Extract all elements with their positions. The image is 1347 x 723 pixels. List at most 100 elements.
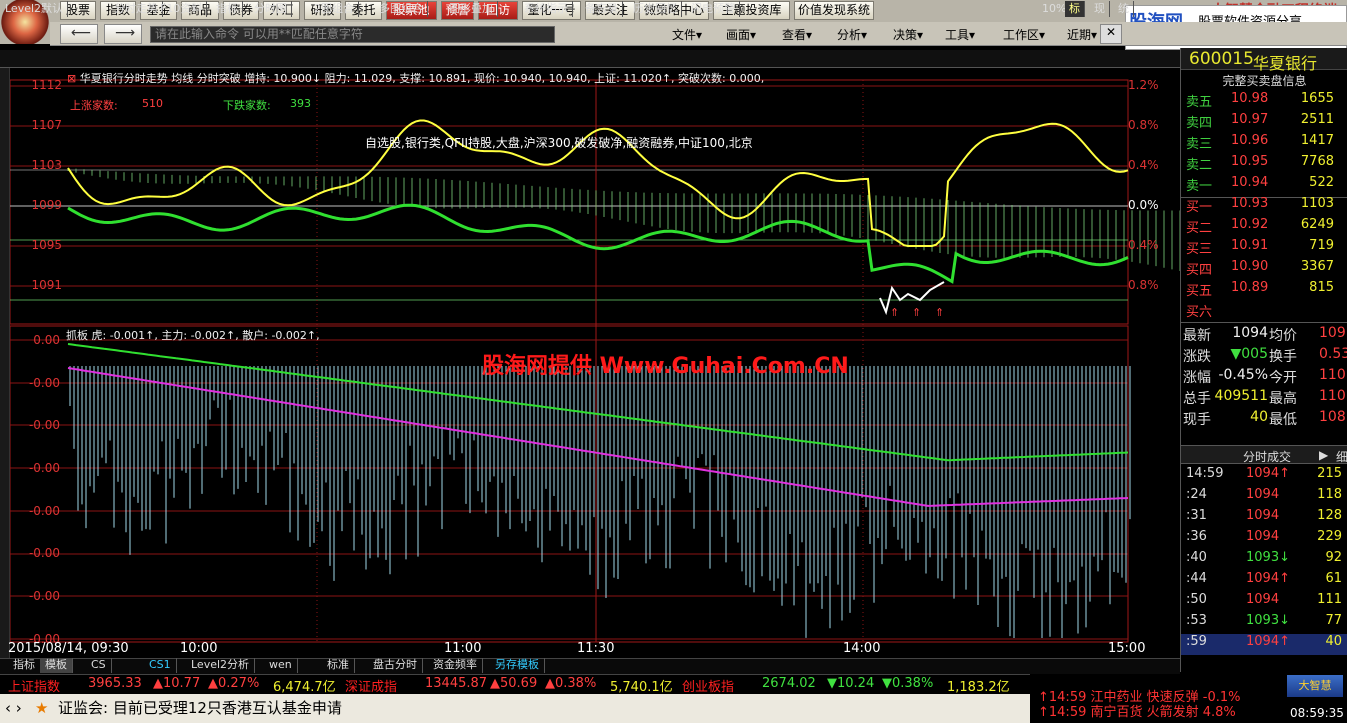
chart-tool-button[interactable]: 2图组合 bbox=[310, 1, 359, 17]
bottom-tab[interactable]: 资金频率 bbox=[428, 658, 483, 673]
buy-signal-arrow: ⇑ bbox=[890, 306, 899, 319]
index-bar: 上证指数 3965.33 ▲10.77 ▲0.27% 6,474.7亿 深证成指 13445… bbox=[0, 674, 1030, 695]
menu-item[interactable]: 分析▾ bbox=[837, 26, 867, 43]
bid-volume: 719 bbox=[1309, 238, 1334, 253]
stock-code: 600015 bbox=[1189, 49, 1254, 69]
bid-row[interactable]: 买一 10.93 1103 bbox=[1181, 196, 1347, 217]
bottom-tab[interactable]: CS bbox=[86, 658, 112, 673]
tick-row[interactable]: :59 1094↑ 40 bbox=[1181, 634, 1347, 655]
indicator-axis-label: -0.00 bbox=[28, 461, 60, 475]
quote-value: 1094 bbox=[1232, 325, 1268, 341]
bid-row[interactable]: 买三 10.91 719 bbox=[1181, 238, 1347, 259]
pct-axis-label: 1.2% bbox=[1128, 78, 1159, 92]
index-change: ▲10.77 bbox=[153, 676, 201, 691]
alert-item[interactable]: ↑14:59 南宁百货 火箭发射 4.8% bbox=[1030, 705, 1280, 720]
side-strip[interactable] bbox=[0, 68, 10, 658]
tick-row[interactable]: :31 1094 128 bbox=[1181, 508, 1347, 529]
chart-tool-button[interactable]: 多图组合 bbox=[375, 1, 428, 17]
bid-label: 买三 bbox=[1186, 242, 1213, 257]
dzh-logo-icon: 大智慧 bbox=[1287, 675, 1343, 697]
bottom-tab[interactable]: 盘古分时 bbox=[368, 658, 423, 673]
index-name[interactable]: 创业板指 bbox=[682, 676, 734, 695]
chart-tool-button[interactable]: 闪电预警 bbox=[687, 1, 740, 17]
quote-value: 108 bbox=[1319, 409, 1346, 425]
chart-tool-toggle[interactable]: 现 bbox=[1090, 1, 1110, 17]
menu-item[interactable]: 决策▾ bbox=[893, 26, 923, 43]
ask-price: 10.96 bbox=[1231, 133, 1269, 148]
bottom-tab[interactable]: CS1 bbox=[144, 658, 177, 673]
tick-time: :36 bbox=[1186, 529, 1207, 544]
ask-row[interactable]: 卖二 10.95 7768 bbox=[1181, 154, 1347, 175]
tick-volume: 40 bbox=[1325, 634, 1342, 649]
bid-row[interactable]: 买二 10.92 6249 bbox=[1181, 217, 1347, 238]
chart-tool-toggle[interactable]: 统 bbox=[1114, 1, 1134, 17]
ask-label: 卖二 bbox=[1186, 158, 1213, 173]
tick-price: 1094↑ bbox=[1246, 634, 1290, 649]
menu-item[interactable]: 文件▾ bbox=[672, 26, 702, 43]
alert-item[interactable]: ↑14:59 江中药业 快速反弹 -0.1% bbox=[1030, 690, 1280, 705]
quote-key: 涨跌 bbox=[1183, 349, 1211, 365]
tick-row[interactable]: :50 1094 111 bbox=[1181, 592, 1347, 613]
back-button[interactable]: ⟵ bbox=[60, 24, 98, 44]
bottom-tab[interactable]: wen bbox=[264, 658, 298, 673]
tick-row[interactable]: :40 1093↓ 92 bbox=[1181, 550, 1347, 571]
chart-tool-button[interactable]: 备忘录 bbox=[581, 1, 623, 17]
upper-indicator-info: ⊠ 华夏银行分时走势 均线 分时突破 增持: 10.900↓ 阻力: 11.02… bbox=[67, 72, 765, 85]
quote-row: 涨幅 -0.45% 今开 110 bbox=[1181, 367, 1347, 388]
index-name[interactable]: 深证成指 bbox=[345, 676, 397, 695]
ticks-header[interactable]: 分时成交 bbox=[1243, 448, 1291, 465]
chart-tool-button[interactable]: 指标 bbox=[212, 1, 243, 17]
tick-row[interactable]: :36 1094 229 bbox=[1181, 529, 1347, 550]
bottom-tab[interactable]: 另存模板 bbox=[490, 658, 545, 673]
quote-row: 现手 40 最低 108 bbox=[1181, 409, 1347, 430]
tick-price: 1094 bbox=[1246, 529, 1280, 544]
plate-list: 自选股,银行类,QFII持股,大盘,沪深300,破发破净,融资融券,中证100,… bbox=[365, 136, 753, 150]
pct-axis-label: 0.8% bbox=[1128, 118, 1159, 132]
indicator-axis-label: -0.00 bbox=[28, 418, 60, 432]
scroll-arrows-icon[interactable]: ‹ › bbox=[5, 694, 22, 722]
menu-item[interactable]: 画面▾ bbox=[726, 26, 756, 43]
command-input[interactable]: 请在此输入命令 可以用**匹配任意字符 bbox=[150, 26, 555, 43]
quote-key: 均价 bbox=[1269, 328, 1297, 344]
ask-row[interactable]: 卖五 10.98 1655 bbox=[1181, 91, 1347, 112]
chart-tool-button[interactable]: F10资料 bbox=[156, 1, 208, 17]
chart-tool-button[interactable]: 图形叠加 bbox=[445, 1, 498, 17]
ask-label: 卖三 bbox=[1186, 137, 1213, 152]
bid-row[interactable]: 买五 10.89 815 bbox=[1181, 280, 1347, 301]
news-headline[interactable]: 证监会: 目前已受理12只香港互认基金申请 bbox=[58, 694, 342, 722]
toolbar-button[interactable]: 价值发现系统 bbox=[794, 1, 874, 20]
bid-row[interactable]: 买六 bbox=[1181, 301, 1347, 322]
ticks-expand-icon[interactable]: ▶ bbox=[1319, 448, 1328, 462]
chart-tool-button[interactable]: 分时图 bbox=[250, 1, 292, 17]
chart-tool-button[interactable]: 系统指示 bbox=[520, 1, 573, 17]
menu-item[interactable]: 查看▾ bbox=[782, 26, 812, 43]
bottom-tab[interactable]: 标准 bbox=[322, 658, 355, 673]
tick-row[interactable]: :24 1094 118 bbox=[1181, 487, 1347, 508]
close-icon[interactable]: ✕ bbox=[1100, 24, 1122, 44]
menu-item[interactable]: 工具▾ bbox=[945, 26, 975, 43]
index-value: 3965.33 bbox=[88, 676, 142, 691]
ask-row[interactable]: 卖三 10.96 1417 bbox=[1181, 133, 1347, 154]
chart-tool-button[interactable]: Level2默认 bbox=[1, 1, 69, 17]
menu-item[interactable]: 工作区▾ bbox=[1003, 26, 1045, 43]
tick-time: :59 bbox=[1186, 634, 1207, 649]
chart-tool-button[interactable]: 历史回忆 bbox=[629, 1, 682, 17]
buy-signal-arrow: ⇑ bbox=[935, 306, 944, 319]
index-name[interactable]: 上证指数 bbox=[8, 676, 60, 695]
time-axis-label: 11:00 bbox=[444, 641, 482, 656]
tick-row[interactable]: :44 1094↑ 61 bbox=[1181, 571, 1347, 592]
chart-tool-toggle[interactable]: 标 bbox=[1065, 1, 1085, 17]
forward-button[interactable]: ⟶ bbox=[104, 24, 142, 44]
bottom-tab[interactable]: Level2分析 bbox=[186, 658, 256, 673]
ticks-tab[interactable]: 细 bbox=[1336, 448, 1347, 465]
bid-row[interactable]: 买四 10.90 3367 bbox=[1181, 259, 1347, 280]
bottom-tab[interactable]: 模板 bbox=[40, 658, 73, 673]
tick-row[interactable]: :53 1093↓ 77 bbox=[1181, 613, 1347, 634]
menu-item[interactable]: 近期▾ bbox=[1067, 26, 1097, 43]
ask-row[interactable]: 卖四 10.97 2511 bbox=[1181, 112, 1347, 133]
ask-row[interactable]: 卖一 10.94 522 bbox=[1181, 175, 1347, 196]
bid-label: 买六 bbox=[1186, 305, 1213, 320]
ask-volume: 522 bbox=[1309, 175, 1334, 190]
tick-row[interactable]: 14:59 1094↑ 215 bbox=[1181, 466, 1347, 487]
bottom-tab[interactable]: 指标 bbox=[8, 658, 41, 673]
